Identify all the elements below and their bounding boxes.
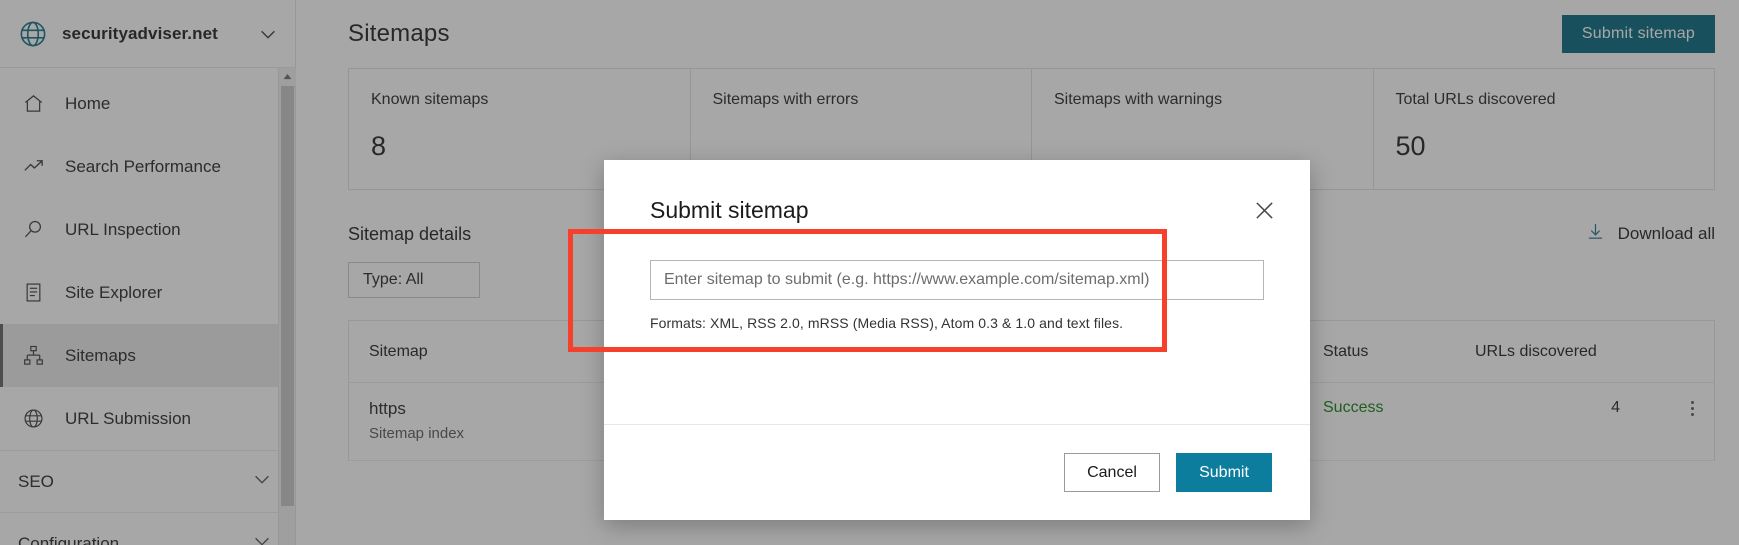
dialog-header: Submit sitemap	[604, 160, 1310, 260]
dialog-footer: Cancel Submit	[604, 424, 1310, 520]
submit-sitemap-dialog: Submit sitemap Formats: XML, RSS 2.0, mR…	[604, 160, 1310, 520]
sitemap-url-input[interactable]	[650, 260, 1264, 300]
formats-note: Formats: XML, RSS 2.0, mRSS (Media RSS),…	[650, 315, 1264, 331]
dialog-body: Formats: XML, RSS 2.0, mRSS (Media RSS),…	[604, 260, 1310, 424]
close-icon[interactable]	[1244, 190, 1284, 230]
cancel-button[interactable]: Cancel	[1064, 453, 1160, 492]
submit-button[interactable]: Submit	[1176, 453, 1272, 492]
dialog-title: Submit sitemap	[650, 197, 809, 224]
